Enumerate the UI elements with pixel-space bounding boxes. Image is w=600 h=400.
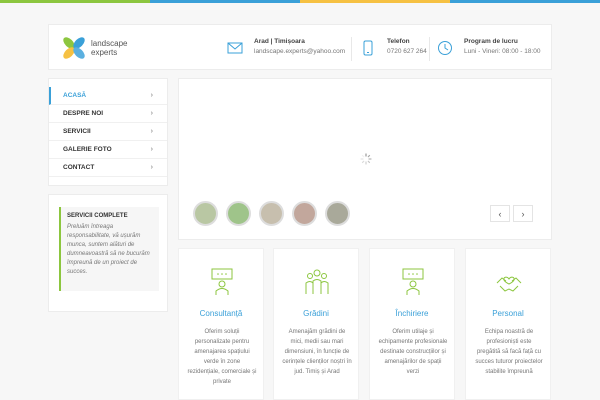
slider-thumbnail[interactable] [259, 201, 284, 226]
chevron-left-icon: ‹ [498, 208, 502, 219]
chevron-right-icon: › [150, 128, 153, 135]
sidebar-item-label: DESPRE NOI [63, 110, 104, 117]
handshake-heart-icon [496, 276, 522, 292]
service-title[interactable]: Consultanță [179, 309, 263, 318]
consulting-presenter-icon [211, 268, 233, 295]
service-description: Oferim soluții personalizate pentru amen… [187, 329, 257, 385]
slider-thumbnail[interactable] [325, 201, 350, 226]
address-info: Arad | Timișoara landscape.experts@yahoo… [227, 37, 345, 57]
phone-title: Telefon [387, 38, 410, 45]
sidebar-item-despre-noi[interactable]: DESPRE NOI › [49, 105, 167, 123]
header-divider [351, 37, 352, 61]
chevron-right-icon: › [150, 92, 153, 99]
service-card-personal[interactable]: Personal Echipa noastră de profesioniști… [465, 248, 551, 400]
envelope-icon [227, 42, 243, 54]
sidebox-text: Preluăm întreaga responsabilitate, vă uș… [67, 224, 150, 275]
top-accent-bar [0, 0, 600, 3]
sidebar-item-acasa[interactable]: ACASĂ › [49, 87, 167, 105]
team-people-icon [305, 269, 329, 294]
slider-next-button[interactable]: › [513, 205, 533, 222]
logo-text: landscape experts [91, 39, 127, 57]
chevron-right-icon: › [150, 146, 153, 153]
slider-thumbnails [193, 201, 358, 226]
address-title: Arad | Timișoara [254, 38, 305, 45]
sidebox-title: SERVICII COMPLETE [67, 213, 128, 219]
sidebar-nav: ACASĂ › DESPRE NOI › SERVICII › GALERIE … [48, 78, 168, 186]
service-title[interactable]: Personal [466, 309, 550, 318]
logo-line-2: experts [91, 48, 118, 57]
service-card-consultanta[interactable]: Consultanță Oferim soluții personalizate… [178, 248, 264, 400]
service-title[interactable]: Grădini [274, 309, 358, 318]
email-link[interactable]: landscape.experts@yahoo.com [254, 46, 345, 57]
chevron-right-icon: › [150, 110, 153, 117]
phone-info: Telefon 0720 627 264 [360, 37, 427, 57]
rental-presenter-icon [402, 268, 424, 295]
slider-prev-button[interactable]: ‹ [490, 205, 510, 222]
sidebox-quote: SERVICII COMPLETE Preluăm întreaga respo… [59, 207, 159, 291]
leaf-logo-icon [63, 37, 85, 59]
site-header: landscape experts Arad | Timișoara lands… [48, 24, 552, 70]
sidebar-item-label: SERVICII [63, 128, 91, 135]
sidebar-item-label: CONTACT [63, 164, 95, 171]
slider-thumbnail[interactable] [193, 201, 218, 226]
loading-spinner-icon [360, 153, 372, 165]
logo[interactable]: landscape experts [61, 35, 127, 61]
sidebar-item-contact[interactable]: CONTACT › [49, 159, 167, 177]
clock-icon [438, 41, 452, 55]
chevron-right-icon: › [150, 164, 153, 171]
service-description: Oferim utilaje și echipamente profesiona… [378, 329, 448, 375]
logo-line-1: landscape [91, 39, 128, 48]
slider-thumbnail[interactable] [226, 201, 251, 226]
hours-info: Program de lucru Luni - Vineri: 08:00 - … [437, 37, 541, 57]
header-divider [429, 37, 430, 61]
sidebar-item-galerie-foto[interactable]: GALERIE FOTO › [49, 141, 167, 159]
sidebar-item-servicii[interactable]: SERVICII › [49, 123, 167, 141]
sidebar-item-label: ACASĂ [63, 92, 87, 99]
hours-value: Luni - Vineri: 08:00 - 18:00 [464, 48, 541, 55]
service-card-inchiriere[interactable]: Închiriere Oferim utilaje și echipamente… [369, 248, 455, 400]
service-description: Echipa noastră de profesioniști este pre… [475, 329, 543, 375]
chevron-right-icon: › [521, 208, 525, 219]
slider-arrows: ‹ › [487, 205, 533, 222]
sidebar-item-label: GALERIE FOTO [63, 146, 112, 153]
services-sidebox: SERVICII COMPLETE Preluăm întreaga respo… [48, 194, 168, 312]
slider-thumbnail[interactable] [292, 201, 317, 226]
phone-link[interactable]: 0720 627 264 [387, 46, 427, 57]
image-slider: ‹ › [178, 78, 552, 240]
hours-title: Program de lucru [464, 38, 518, 45]
service-card-gradini[interactable]: Grădini Amenajăm grădini de mici, medii … [273, 248, 359, 400]
phone-icon [363, 40, 373, 56]
service-title[interactable]: Închiriere [370, 309, 454, 318]
service-description: Amenajăm grădini de mici, medii sau mari… [282, 329, 352, 375]
